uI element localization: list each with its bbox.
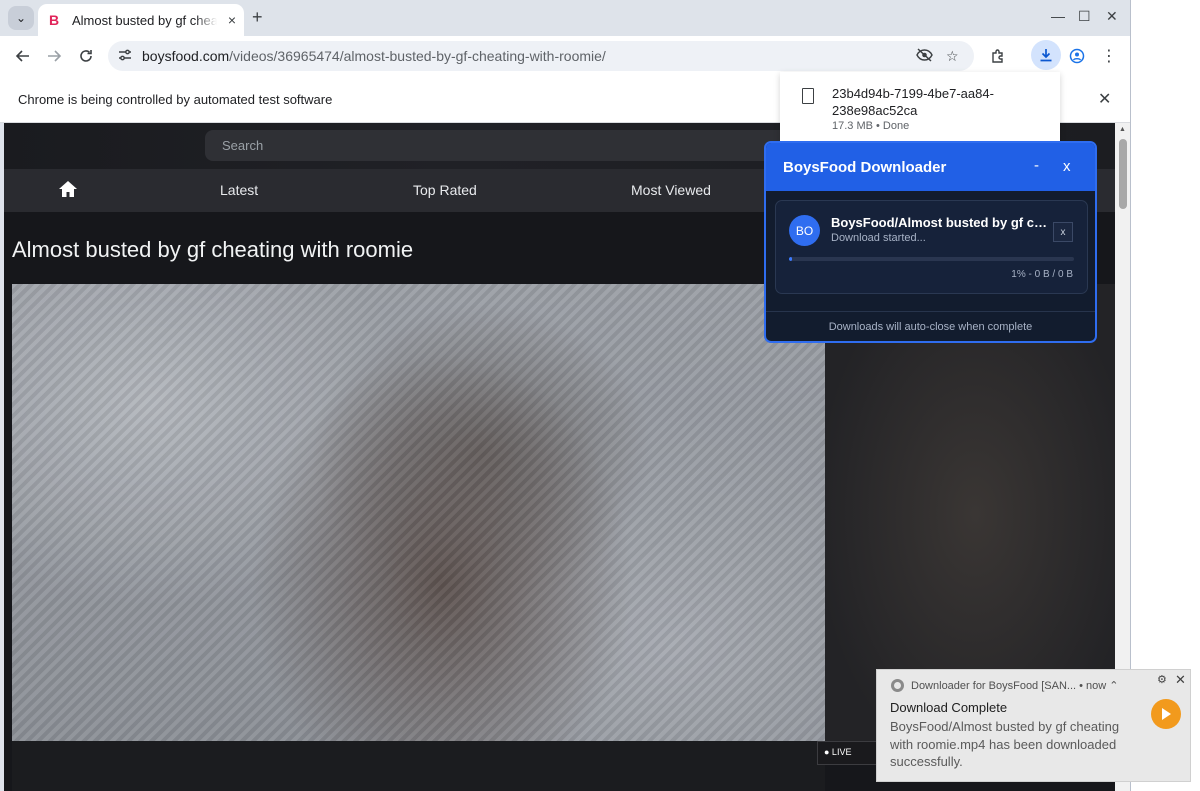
tab-title: Almost busted by gf cheating with roomie <box>72 12 217 28</box>
system-notification[interactable]: Downloader for BoysFood [SAN... • now ⌃ … <box>876 669 1191 782</box>
downloader-panel: BoysFood Downloader - x BO BoysFood/Almo… <box>764 141 1097 343</box>
puzzle-icon <box>992 49 1003 63</box>
download-item: BO BoysFood/Almost busted by gf cheating… <box>775 200 1088 294</box>
scroll-up-icon[interactable]: ▲ <box>1119 126 1126 133</box>
live-badge: ● LIVE <box>817 741 877 765</box>
downloads-button[interactable] <box>1031 40 1061 70</box>
tab-active[interactable]: B Almost busted by gf cheating with room… <box>38 4 244 36</box>
file-icon <box>802 88 814 104</box>
tab-close-icon[interactable]: × <box>228 12 236 28</box>
forward-button[interactable] <box>43 45 65 67</box>
browser-toolbar: boysfood.com/videos/36965474/almost-bust… <box>0 36 1130 76</box>
chevron-down-icon: ⌄ <box>15 11 27 25</box>
downloader-header[interactable]: BoysFood Downloader - x <box>766 143 1095 191</box>
downloader-title: BoysFood Downloader <box>783 159 947 176</box>
download-item-cancel-button[interactable]: x <box>1053 222 1073 242</box>
url-host: boysfood.com <box>142 48 230 64</box>
reload-button[interactable] <box>75 45 97 67</box>
url-path: /videos/36965474/almost-busted-by-gf-che… <box>229 48 606 64</box>
download-progress-fill <box>789 257 792 261</box>
download-item-title: BoysFood/Almost busted by gf cheating wi… <box>831 215 1051 230</box>
site-search-input[interactable]: Search <box>205 130 805 161</box>
address-bar[interactable]: boysfood.com/videos/36965474/almost-bust… <box>108 41 974 71</box>
url-text[interactable]: boysfood.com/videos/36965474/almost-bust… <box>142 48 606 64</box>
kebab-menu-icon: ⋮ <box>1101 48 1117 65</box>
avatar: BO <box>789 215 820 246</box>
minimize-button[interactable]: — <box>1051 8 1065 24</box>
download-item-status: Download started... <box>831 232 926 244</box>
notification-open-button[interactable] <box>1151 699 1181 729</box>
menu-button[interactable]: ⋮ <box>1098 45 1120 67</box>
video-player[interactable] <box>12 284 825 741</box>
video-thumbnail-strip <box>12 741 825 791</box>
video-title: Almost busted by gf cheating with roomie <box>12 237 414 262</box>
tab-strip: ⌄ B Almost busted by gf cheating with ro… <box>0 0 1130 36</box>
download-icon <box>1040 49 1052 62</box>
site-favicon-icon: B <box>46 12 62 28</box>
infobar-close-icon[interactable]: ✕ <box>1098 89 1111 109</box>
nav-latest[interactable]: Latest <box>220 182 258 198</box>
close-window-button[interactable]: ✕ <box>1106 8 1118 25</box>
gear-icon[interactable]: ⚙ <box>1157 673 1167 686</box>
downloader-minimize-button[interactable]: - <box>1034 157 1039 174</box>
nav-most-viewed[interactable]: Most Viewed <box>631 182 711 198</box>
download-progress-bar <box>789 257 1074 261</box>
play-icon <box>1162 708 1171 720</box>
profile-button[interactable] <box>1066 45 1088 67</box>
download-filename[interactable]: 23b4d94b-7199-4be7-aa84-238e98ac52ca <box>832 85 1012 119</box>
arrow-right-icon <box>48 50 62 62</box>
scrollbar-thumb[interactable] <box>1119 139 1127 209</box>
home-icon[interactable] <box>58 180 78 203</box>
tab-search-button[interactable]: ⌄ <box>8 6 34 30</box>
eye-off-icon[interactable] <box>916 48 933 65</box>
account-circle-icon <box>1069 48 1085 64</box>
notification-title: Download Complete <box>890 700 1008 715</box>
arrow-left-icon <box>15 50 29 62</box>
chrome-icon <box>891 679 904 692</box>
downloader-footer: Downloads will auto-close when complete <box>766 311 1095 341</box>
site-settings-icon[interactable] <box>118 48 132 65</box>
maximize-button[interactable]: ☐ <box>1078 8 1091 25</box>
notification-body: BoysFood/Almost busted by gf cheating wi… <box>890 719 1120 769</box>
nav-top-rated[interactable]: Top Rated <box>413 182 477 198</box>
extensions-button[interactable] <box>987 45 1009 67</box>
notification-source: Downloader for BoysFood [SAN... • now ⌃ <box>911 680 1119 692</box>
desktop: ⌄ B Almost busted by gf cheating with ro… <box>0 0 1200 791</box>
back-button[interactable] <box>12 45 34 67</box>
reload-icon <box>80 50 92 62</box>
new-tab-button[interactable]: + <box>252 7 263 28</box>
bookmark-star-icon[interactable]: ☆ <box>946 48 959 65</box>
download-meta: 17.3 MB • Done <box>832 120 910 132</box>
download-progress-text: 1% - 0 B / 0 B <box>1011 269 1073 280</box>
downloader-close-button[interactable]: x <box>1063 158 1071 175</box>
notification-close-icon[interactable]: ✕ <box>1175 672 1186 688</box>
download-bubble: 23b4d94b-7199-4be7-aa84-238e98ac52ca 17.… <box>780 72 1060 148</box>
infobar-text: Chrome is being controlled by automated … <box>18 92 333 107</box>
